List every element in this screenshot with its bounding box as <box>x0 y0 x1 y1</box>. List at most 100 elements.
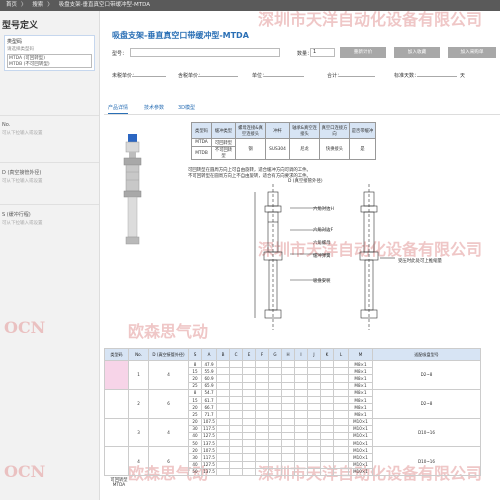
table-cell <box>294 467 308 477</box>
table-row: 4 6 20 107.5 M10×1 D10~16 <box>104 446 481 476</box>
table-cell <box>255 367 269 376</box>
table-cell <box>281 374 295 383</box>
table-cell <box>255 453 269 462</box>
table-cell <box>294 446 308 455</box>
table-cell <box>307 467 321 477</box>
table-cell <box>294 395 308 405</box>
model-input[interactable] <box>130 48 280 57</box>
type-code-list[interactable]: MTDA (可回转型) MTDB (不可回转型) <box>7 54 92 68</box>
sidebar-item-no[interactable]: No. 可从下拉输入或设置 <box>0 115 99 142</box>
table-cell <box>242 417 256 426</box>
table-cell <box>294 453 308 462</box>
table-cell <box>281 439 295 448</box>
table-cell: 107.5 <box>201 417 217 426</box>
tab-specs[interactable]: 技术参数 <box>144 104 164 111</box>
spec-header-cell: 类型码 <box>191 122 212 139</box>
breadcrumb-home[interactable]: 首页 <box>6 2 17 8</box>
table-cell: 20 <box>188 446 202 455</box>
table-cell <box>268 453 282 462</box>
table-cell: 20 <box>188 403 202 412</box>
table-cell: M8×1 <box>348 367 373 376</box>
spec-row: MTDA 可回转型 钢 SUS304 尼龙 快换接头 是 <box>191 138 376 160</box>
table-cell <box>294 439 308 448</box>
table-cell <box>307 388 321 397</box>
table-cell <box>294 388 308 397</box>
table-cell <box>229 374 243 383</box>
table-cell <box>255 388 269 397</box>
sidebar-title: 型号定义 <box>2 21 39 31</box>
table-cell: 1 <box>128 360 149 390</box>
table-cell <box>268 424 282 433</box>
price-row: 未税单价： 含税单价： 单位： 合计： 标准天数： 天 <box>112 70 497 80</box>
table-cell <box>255 431 269 441</box>
table-cell <box>268 431 282 441</box>
table-cell <box>242 381 256 390</box>
sidebar-item-hint: 可从下拉输入或设置 <box>2 131 43 136</box>
table-cell <box>320 381 334 390</box>
table-cell <box>281 395 295 405</box>
unit-value <box>264 70 304 77</box>
table-cell <box>294 431 308 441</box>
table-cell <box>294 417 308 426</box>
spec-header-row: 类型码 缓冲类型 螺母连接&真空连接头 冲杆 轴承&真空连接头 真空口连接方向 … <box>191 122 376 139</box>
sidebar-item-s[interactable]: S (缓冲行程) 可从下拉输入或设置 <box>0 204 99 232</box>
sidebar-item-d[interactable]: D (真空接管外径) 可从下拉输入或设置 <box>0 162 99 190</box>
add-favorite-button[interactable]: 加入收藏 <box>394 47 440 58</box>
table-cell <box>307 431 321 441</box>
table-cell: M10×1 <box>348 431 373 441</box>
tab-3d[interactable]: 3D模型 <box>178 104 195 111</box>
dim-header-cell: 适配吸盘型号 <box>372 348 481 361</box>
table-cell: M8×1 <box>348 374 373 383</box>
table-cell: 25 <box>188 381 202 390</box>
table-cell <box>333 467 349 477</box>
table-cell <box>307 367 321 376</box>
dim-header-cell: C <box>229 348 243 361</box>
table-cell <box>216 467 230 477</box>
recalc-button[interactable]: 重新计价 <box>340 47 386 58</box>
table-cell <box>229 431 243 441</box>
tab-details[interactable]: 产品详情 <box>108 104 129 114</box>
table-cell <box>229 417 243 426</box>
type-option-mtdb[interactable]: MTDB (不可回转型) <box>9 62 90 68</box>
table-cell: 66.7 <box>201 403 217 412</box>
table-cell <box>268 359 282 369</box>
table-row: 2 6 8 54.7 M8×1 D2~8 <box>104 388 481 419</box>
qty-input[interactable]: 1 <box>310 48 335 57</box>
table-cell <box>320 388 334 397</box>
table-cell <box>294 381 308 390</box>
spec-cell: 可回转型 <box>211 138 236 147</box>
table-cell: M10×1 <box>348 439 373 448</box>
table-cell: D10~16 <box>372 417 481 448</box>
table-cell <box>333 424 349 433</box>
table-cell: 8 <box>188 388 202 397</box>
taxed-price-value <box>198 70 238 77</box>
table-cell: D10~16 <box>372 446 481 476</box>
table-cell <box>216 381 230 390</box>
table-cell <box>320 453 334 462</box>
table-cell <box>268 410 282 419</box>
table-cell: 47.9 <box>201 359 217 369</box>
table-cell <box>294 410 308 419</box>
table-row: 3 4 20 107.5 M10×1 D10~16 <box>104 417 481 448</box>
table-cell: D2~8 <box>372 388 481 419</box>
table-cell <box>320 424 334 433</box>
table-cell: 137.5 <box>201 467 217 477</box>
table-cell <box>268 367 282 376</box>
spec-header-cell: 轴承&真空连接头 <box>289 122 320 139</box>
table-cell <box>242 388 256 397</box>
table-cell <box>216 359 230 369</box>
table-cell: 4 <box>148 360 189 390</box>
table-cell <box>216 446 230 455</box>
dim-header-cell: H <box>281 348 295 361</box>
dim-header-cell: L <box>333 348 349 361</box>
dim-header-cell: A <box>201 348 217 361</box>
table-cell <box>320 367 334 376</box>
add-cart-button[interactable]: 加入采购单 <box>448 47 496 58</box>
breadcrumb-search[interactable]: 搜索 <box>32 2 43 8</box>
dim-header-cell: G <box>268 348 282 361</box>
table-cell <box>216 367 230 376</box>
table-cell <box>216 395 230 405</box>
dim-header-cell: K <box>320 348 334 361</box>
table-cell <box>320 410 334 419</box>
table-cell: 50 <box>188 467 202 477</box>
